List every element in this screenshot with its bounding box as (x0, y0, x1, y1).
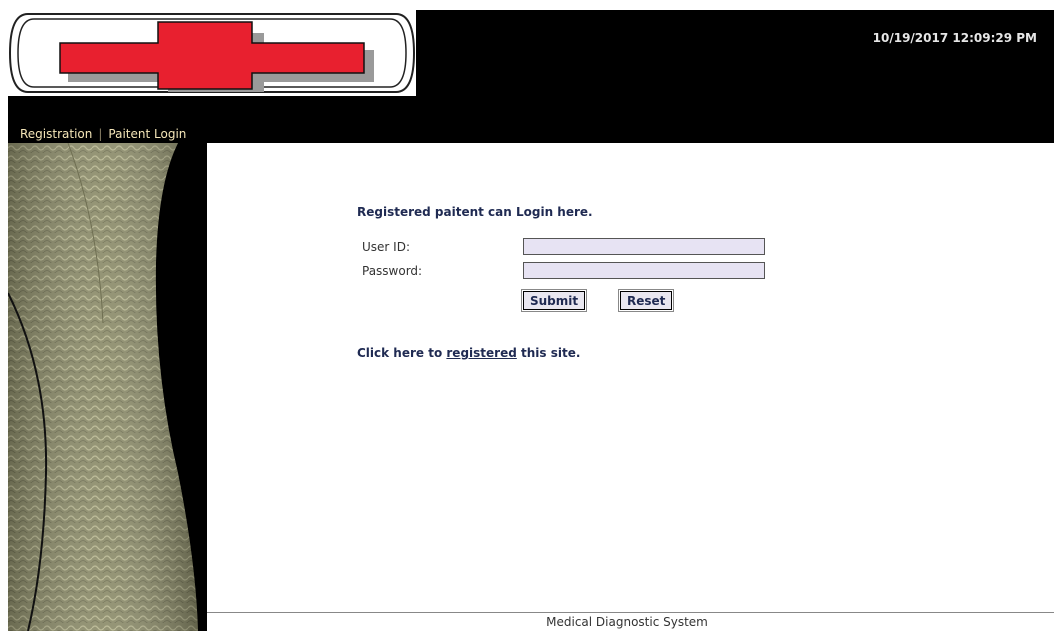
nav-item-paitent-login[interactable]: Paitent Login (108, 127, 186, 141)
footer-text: Medical Diagnostic System (546, 615, 708, 629)
password-label: Password: (362, 264, 423, 278)
register-prompt: Click here to registered this site. (357, 346, 580, 360)
top-nav: Registration | Paitent Login (20, 127, 186, 141)
register-prefix: Click here to (357, 346, 447, 360)
register-suffix: this site. (516, 346, 581, 360)
footer-divider (207, 612, 1054, 613)
current-datetime: 10/19/2017 12:09:29 PM (872, 31, 1037, 45)
red-cross-logo-icon (8, 10, 416, 96)
nav-separator: | (98, 127, 103, 141)
site-header: 10/19/2017 12:09:29 PM Registration | Pait… (8, 10, 1054, 143)
login-heading: Registered paitent can Login here. (357, 205, 593, 219)
submit-button[interactable]: Submit (520, 289, 588, 312)
cropped-caption-text (0, 0, 60, 8)
user-id-input[interactable] (523, 238, 765, 255)
reset-button[interactable]: Reset (617, 289, 675, 312)
user-id-label: User ID: (362, 240, 410, 254)
register-link[interactable]: registered (446, 346, 516, 360)
nav-item-registration[interactable]: Registration (20, 127, 92, 141)
decorative-sidebar-image (8, 143, 207, 631)
password-input[interactable] (523, 262, 765, 279)
main-content: Registered paitent can Login here. User … (207, 143, 1054, 631)
